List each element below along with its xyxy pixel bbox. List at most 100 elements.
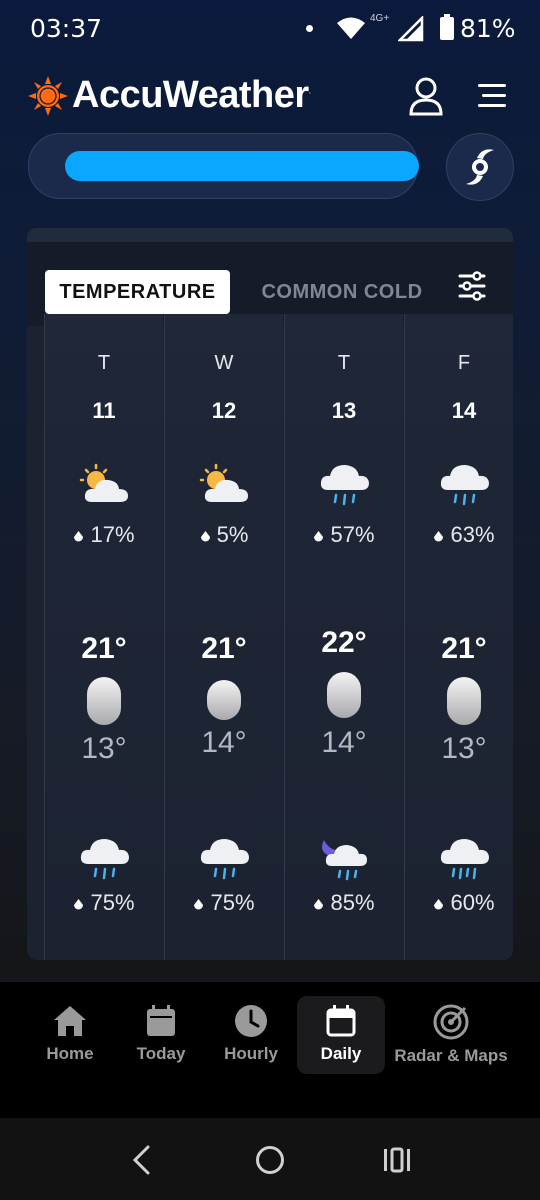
clock-icon (235, 1005, 267, 1037)
battery-icon (440, 14, 454, 40)
nav-daily[interactable]: Daily (297, 996, 385, 1074)
night-precip-value: 75% (210, 890, 255, 915)
temp-range-bar (87, 677, 121, 725)
raindrop-icon (74, 898, 84, 910)
day-date: 11 (92, 398, 116, 423)
high-temp: 21° (201, 632, 247, 665)
rain-icon (200, 839, 249, 880)
tab-temperature[interactable]: TEMPERATURE (45, 270, 230, 314)
day-column[interactable]: T 13 57% 22° 14° 85% (284, 314, 403, 960)
day-date: 13 (331, 398, 357, 423)
tab-common-cold[interactable]: COMMON COLD (247, 270, 437, 314)
day-precip: 5% (165, 522, 283, 548)
temp-range-bar (447, 677, 481, 725)
hurricane-button[interactable] (446, 133, 514, 201)
day-precip: 63% (405, 522, 513, 548)
day-precip: 57% (285, 522, 403, 548)
nav-radar-maps[interactable]: Radar & Maps (390, 996, 512, 1074)
rain-icon (320, 465, 369, 506)
trademark: . (308, 85, 312, 96)
hurricane-icon (466, 149, 494, 185)
day-precip: 17% (45, 522, 163, 548)
days-strip: T 11 17% 21° 13° 75% W 12 5% 21° 14° 75%… (44, 314, 513, 960)
moon-rain-icon (322, 840, 367, 881)
low-temp: 14° (201, 726, 247, 759)
day-precip-value: 63% (450, 522, 495, 547)
wifi-icon (337, 17, 365, 39)
night-precip: 60% (405, 890, 513, 916)
raindrop-icon (200, 530, 210, 542)
calendar-icon (326, 1005, 356, 1037)
rain-icon (440, 839, 489, 880)
low-temp: 13° (441, 732, 487, 765)
status-time: 03:37 (30, 14, 103, 43)
raindrop-icon (434, 898, 444, 910)
temp-range-bar (207, 680, 241, 720)
signal-icon (398, 16, 424, 42)
filter-sliders-icon[interactable] (447, 256, 497, 316)
day-column[interactable]: F 14 63% 21° 13° 60% (404, 314, 513, 960)
day-column[interactable]: W 12 5% 21° 14° 75% (164, 314, 283, 960)
menu-icon[interactable] (474, 80, 510, 112)
nav-daily-label: Daily (320, 1044, 362, 1063)
raindrop-icon (434, 530, 444, 542)
day-of-week: T (97, 352, 111, 374)
low-temp: 13° (81, 732, 127, 765)
home-circle-icon[interactable] (255, 1145, 285, 1175)
nav-radar-label: Radar & Maps (394, 1046, 508, 1065)
night-precip: 75% (165, 890, 283, 916)
day-precip-value: 5% (216, 522, 249, 547)
day-of-week: T (337, 352, 351, 374)
night-precip: 85% (285, 890, 403, 916)
nav-hourly-label: Hourly (224, 1044, 278, 1063)
location-search-bar[interactable] (28, 133, 419, 199)
night-precip-value: 85% (330, 890, 375, 915)
partly-sunny-icon (79, 463, 128, 502)
recents-icon[interactable] (382, 1146, 412, 1174)
raindrop-icon (194, 898, 204, 910)
system-navigation-bar (0, 1118, 540, 1200)
night-precip-value: 60% (450, 890, 495, 915)
card-top-band (27, 228, 513, 242)
raindrop-icon (314, 898, 324, 910)
account-icon[interactable] (404, 74, 448, 118)
high-temp: 21° (441, 632, 487, 665)
status-bar: 03:37 4G+ 81% (0, 0, 540, 58)
day-precip-value: 17% (90, 522, 135, 547)
network-type: 4G+ (370, 13, 390, 24)
day-precip-value: 57% (330, 522, 375, 547)
raindrop-icon (314, 530, 324, 542)
daily-forecast-card: TEMPERATURE COMMON COLD T 11 17% 21° 13° (27, 228, 513, 960)
battery-percent: 81% (460, 14, 516, 43)
calendar-icon (147, 1005, 175, 1036)
nav-today-label: Today (136, 1044, 186, 1063)
search-highlight (65, 151, 419, 181)
rain-icon (440, 465, 489, 506)
bottom-navigation: Home Today Hourly Daily Radar & Maps (0, 982, 540, 1118)
night-precip-value: 75% (90, 890, 135, 915)
app-header: AccuWeather. (0, 62, 540, 132)
day-column[interactable]: T 11 17% 21° 13° 75% (44, 314, 163, 960)
high-temp: 21° (81, 632, 127, 665)
sun-logo-icon (28, 76, 68, 116)
raindrop-icon (74, 530, 84, 542)
day-of-week: W (214, 352, 234, 374)
nav-hourly[interactable]: Hourly (210, 996, 292, 1074)
low-temp: 14° (321, 726, 367, 759)
partly-sunny-icon (199, 463, 248, 502)
nav-home[interactable]: Home (30, 996, 110, 1074)
high-temp: 22° (321, 626, 367, 659)
night-precip: 75% (45, 890, 163, 916)
brand-text: AccuWeather (72, 74, 309, 116)
home-icon (54, 1006, 86, 1036)
brand-name: AccuWeather. (72, 74, 311, 117)
nav-today[interactable]: Today (122, 996, 200, 1074)
temp-range-bar (327, 672, 361, 718)
rain-icon (80, 839, 129, 880)
day-date: 12 (211, 398, 237, 423)
radar-icon (433, 1004, 469, 1040)
day-date: 14 (451, 398, 477, 423)
day-of-week: F (457, 352, 471, 374)
back-icon[interactable] (128, 1144, 156, 1176)
nav-home-label: Home (46, 1044, 94, 1063)
